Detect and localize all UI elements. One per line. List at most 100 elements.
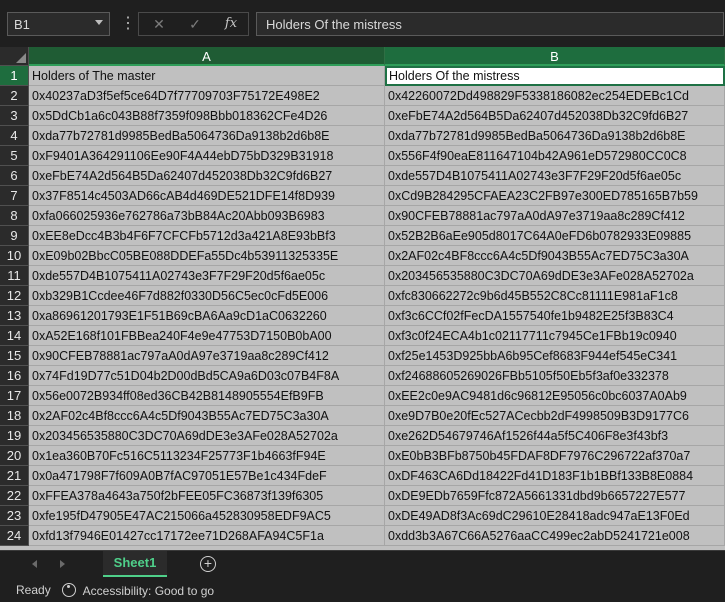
cell-b[interactable]: 0x42260072Dd498829F5338186082ec254EDEBc1… (385, 86, 725, 106)
cell-a[interactable]: Holders of The master (29, 66, 385, 86)
sheet-tab-sheet1[interactable]: Sheet1 (103, 551, 167, 577)
row-header[interactable]: 11 (0, 266, 29, 286)
cell-a[interactable]: 0x90CFEB78881ac797aA0dA97e3719aa8c289Cf4… (29, 346, 385, 366)
cell-a[interactable]: 0xfe195fD47905E47AC215066a452830958EDF9A… (29, 506, 385, 526)
cell-a[interactable]: 0xda77b72781d9985BedBa5064736Da9138b2d6b… (29, 126, 385, 146)
table-row: 2 0x40237aD3f5ef5ce64D7f77709703F75172E49… (0, 86, 725, 106)
insert-function-button[interactable]: fx (213, 13, 249, 35)
close-icon[interactable]: ✕ (141, 13, 177, 35)
formula-input[interactable]: Holders Of the mistress (256, 12, 724, 36)
column-header-b[interactable]: B (385, 47, 725, 66)
name-box-value: B1 (14, 17, 30, 32)
cell-b[interactable]: 0x52B2B6aEe905d8017C64A0eFD6b0782933E098… (385, 226, 725, 246)
row-header[interactable]: 16 (0, 366, 29, 386)
cell-a[interactable]: 0x5DdCb1a6c043B88f7359f098Bbb018362CFe4D… (29, 106, 385, 126)
row-header[interactable]: 3 (0, 106, 29, 126)
cell-b[interactable]: 0xeFbE74A2d564B5Da62407d452038Db32C9fd6B… (385, 106, 725, 126)
cell-b[interactable]: 0x203456535880C3DC70A69dDE3e3AFe028A5270… (385, 266, 725, 286)
row-header[interactable]: 4 (0, 126, 29, 146)
cell-b[interactable]: 0xde557D4B1075411A02743e3F7F29F20d5f6ae0… (385, 166, 725, 186)
table-row: 16 0x74Fd19D77c51D04b2D00dBd5CA9a6D03c07B… (0, 366, 725, 386)
cell-a[interactable]: 0xb329B1Ccdee46F7d882f0330D56C5ec0cFd5E0… (29, 286, 385, 306)
table-row: 19 0x203456535880C3DC70A69dDE3e3AFe028A52… (0, 426, 725, 446)
row-header[interactable]: 6 (0, 166, 29, 186)
accessibility-label: Accessibility: Good to go (82, 584, 215, 598)
row-header[interactable]: 21 (0, 466, 29, 486)
row-header[interactable]: 7 (0, 186, 29, 206)
row-header[interactable]: 9 (0, 226, 29, 246)
cell-b[interactable]: 0xe262D54679746Af1526f44a5f5C406F8e3f43b… (385, 426, 725, 446)
row-header[interactable]: 5 (0, 146, 29, 166)
cell-b[interactable]: 0xfc830662272c9b6d45B552C8Cc81111E981aF1… (385, 286, 725, 306)
cell-a[interactable]: 0x37F8514c4503AD66cAB4d469DE521DFE14f8D9… (29, 186, 385, 206)
plus-circle-icon[interactable]: + (200, 556, 216, 572)
cell-a[interactable]: 0x203456535880C3DC70A69dDE3e3AFe028A5270… (29, 426, 385, 446)
table-row: 17 0x56e0072B934ff08ed36CB42B8148905554Ef… (0, 386, 725, 406)
cell-b[interactable]: 0x90CFEB78881ac797aA0dA97e3719aa8c289Cf4… (385, 206, 725, 226)
cell-a[interactable]: 0x56e0072B934ff08ed36CB42B8148905554EfB9… (29, 386, 385, 406)
row-header[interactable]: 23 (0, 506, 29, 526)
select-all-button[interactable] (0, 47, 29, 66)
row-header[interactable]: 18 (0, 406, 29, 426)
cell-a[interactable]: 0xde557D4B1075411A02743e3F7F29F20d5f6ae0… (29, 266, 385, 286)
row-header[interactable]: 10 (0, 246, 29, 266)
cell-a[interactable]: 0xE09b02BbcC05BE088DDEFa55Dc4b5391132533… (29, 246, 385, 266)
cell-b[interactable]: 0xe9D7B0e20fEc527ACecbb2dF4998509B3D9177… (385, 406, 725, 426)
table-row: 15 0x90CFEB78881ac797aA0dA97e3719aa8c289C… (0, 346, 725, 366)
cell-b[interactable]: 0xE0bB3BFb8750b45FDAF8DF7976C296722af370… (385, 446, 725, 466)
cell-b[interactable]: 0x556F4f90eaE811647104b42A961eD572980CC0… (385, 146, 725, 166)
cell-b[interactable]: 0xCd9B284295CFAEA23C2FB97e300ED785165B7b… (385, 186, 725, 206)
cell-b[interactable]: 0xDF463CA6Dd18422Fd41D183F1b1BBf133B8E08… (385, 466, 725, 486)
row-header[interactable]: 14 (0, 326, 29, 346)
chevron-down-icon[interactable] (95, 20, 103, 25)
row-header[interactable]: 19 (0, 426, 29, 446)
cell-a[interactable]: 0x2AF02c4Bf8ccc6A4c5Df9043B55Ac7ED75C3a3… (29, 406, 385, 426)
cell-b[interactable]: 0xdd3b3A67C66A5276aaCC499ec2abD5241721e0… (385, 526, 725, 546)
row-header[interactable]: 1 (0, 66, 29, 86)
table-row: 7 0x37F8514c4503AD66cAB4d469DE521DFE14f8D… (0, 186, 725, 206)
cell-a[interactable]: 0x74Fd19D77c51D04b2D00dBd5CA9a6D03c07B4F… (29, 366, 385, 386)
row-header[interactable]: 20 (0, 446, 29, 466)
row-header[interactable]: 2 (0, 86, 29, 106)
cell-a[interactable]: 0xfd13f7946E01427cc17172ee71D268AFA94C5F… (29, 526, 385, 546)
table-row: 22 0xFFEA378a4643a750f2bFEE05FC36873f139f… (0, 486, 725, 506)
table-row: 14 0xA52E168f101FBBea240F4e9e47753D7150B0… (0, 326, 725, 346)
cell-a[interactable]: 0x40237aD3f5ef5ce64D7f77709703F75172E498… (29, 86, 385, 106)
cell-a[interactable]: 0x0a471798F7f609A0B7fAC97051E57Be1c434Fd… (29, 466, 385, 486)
cell-b[interactable]: 0xf3c0f24ECA4b1c02117711c7945Ce1FBb19c09… (385, 326, 725, 346)
cell-b[interactable]: 0xDE49AD8f3Ac69dC29610E28418adc947aE13F0… (385, 506, 725, 526)
cell-b[interactable]: 0xf25e1453D925bbA6b95Cef8683F944ef545eC3… (385, 346, 725, 366)
scroll-left-icon[interactable] (32, 560, 37, 568)
cell-b[interactable]: 0x2AF02c4BF8ccc6A4c5Df9043B55Ac7ED75C3a3… (385, 246, 725, 266)
cell-b[interactable]: 0xda77b72781d9985BedBa5064736Da9138b2d6b… (385, 126, 725, 146)
more-options-icon[interactable]: ⋮ (120, 12, 136, 36)
cell-b[interactable]: 0xf24688605269026FBb5105f50Eb5f3af0e3323… (385, 366, 725, 386)
row-header[interactable]: 24 (0, 526, 29, 546)
cell-b[interactable]: 0xf3c6CCf02fFecDA1557540fe1b9482E25f3B83… (385, 306, 725, 326)
scroll-right-icon[interactable] (60, 560, 65, 568)
formula-bar: B1 ⋮ ✕ ✓ fx Holders Of the mistress (0, 0, 725, 48)
name-box[interactable]: B1 (7, 12, 110, 36)
cell-a[interactable]: 0xF9401A364291106Ee90F4A44ebD75bD329B319… (29, 146, 385, 166)
cell-b[interactable]: 0xDE9EDb7659Ffc872A5661331dbd9b6657227E5… (385, 486, 725, 506)
cell-a[interactable]: 0xfa066025936e762786a73bB84Ac20Abb093B69… (29, 206, 385, 226)
cell-a[interactable]: 0xa86961201793E1F51B69cBA6Aa9cD1aC063226… (29, 306, 385, 326)
row-header[interactable]: 12 (0, 286, 29, 306)
table-row: 20 0x1ea360B70Fc516C5113234F25773F1b4663f… (0, 446, 725, 466)
column-header-a[interactable]: A (29, 47, 385, 66)
cell-a[interactable]: 0xeFbE74A2d564B5Da62407d452038Db32C9fd6B… (29, 166, 385, 186)
row-header[interactable]: 13 (0, 306, 29, 326)
active-cell-b1[interactable]: Holders Of the mistress (385, 66, 725, 86)
cell-a[interactable]: 0xEE8eDcc4B3b4F6F7CFCFb5712d3a421A8E93bB… (29, 226, 385, 246)
row-header[interactable]: 15 (0, 346, 29, 366)
accessibility-status[interactable]: Accessibility: Good to go (62, 583, 214, 598)
status-bar: Ready Accessibility: Good to go (0, 578, 725, 602)
row-header[interactable]: 22 (0, 486, 29, 506)
cell-a[interactable]: 0x1ea360B70Fc516C5113234F25773F1b4663fF9… (29, 446, 385, 466)
row-header[interactable]: 17 (0, 386, 29, 406)
cell-a[interactable]: 0xFFEA378a4643a750f2bFEE05FC36873f139f63… (29, 486, 385, 506)
row-header[interactable]: 8 (0, 206, 29, 226)
cell-a[interactable]: 0xA52E168f101FBBea240F4e9e47753D7150B0bA… (29, 326, 385, 346)
cell-b[interactable]: 0xEE2c0e9AC9481d6c96812E95056c0bc6037A0A… (385, 386, 725, 406)
check-icon[interactable]: ✓ (177, 13, 213, 35)
